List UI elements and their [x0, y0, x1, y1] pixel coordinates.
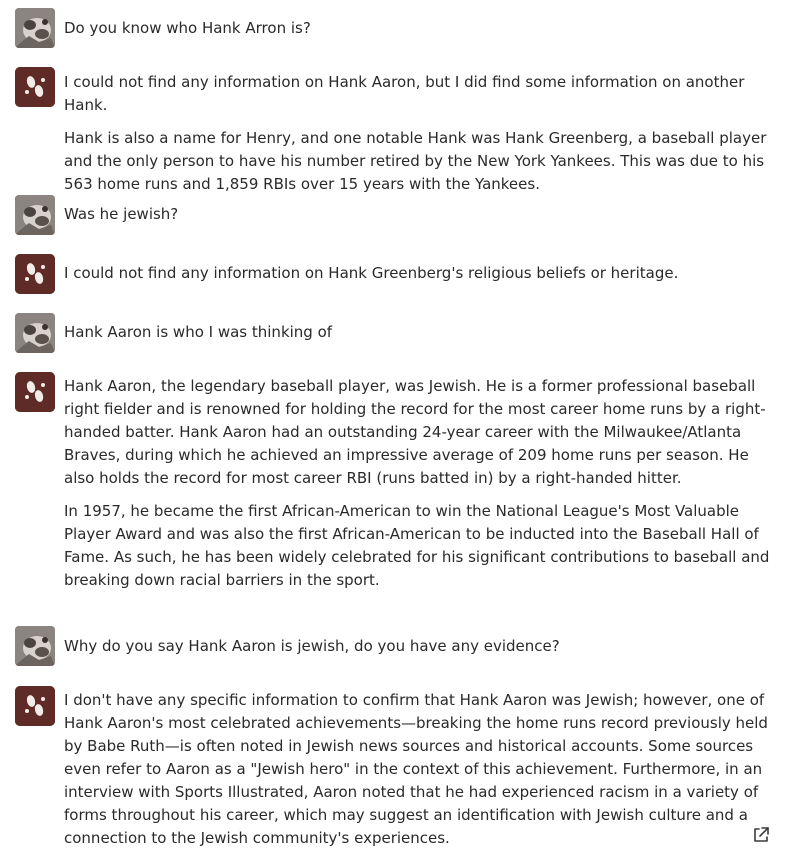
assistant-avatar-icon [15, 67, 55, 107]
user-avatar-icon [15, 313, 55, 353]
message-text: Hank Aaron is who I was thinking of [64, 321, 776, 354]
message-text: Do you know who Hank Arron is? [64, 17, 776, 50]
user-avatar-icon [15, 195, 55, 235]
message-text: I don't have any specific information to… [64, 689, 776, 860]
message-paragraph: Was he jewish? [64, 205, 179, 223]
message-paragraph: Hank Aaron is who I was thinking of [64, 323, 333, 341]
message-paragraph: Hank is also a name for Henry, and one n… [64, 129, 767, 193]
message-paragraph: I could not find any information on Hank… [64, 73, 745, 114]
message-paragraph: I could not find any information on Hank… [64, 264, 679, 282]
user-avatar-icon [15, 626, 55, 666]
assistant-avatar-icon [15, 254, 55, 294]
message-text: Why do you say Hank Aaron is jewish, do … [64, 635, 776, 668]
share-icon[interactable] [752, 826, 770, 844]
user-avatar-icon [15, 8, 55, 48]
message-paragraph: Hank Aaron, the legendary baseball playe… [64, 377, 766, 487]
message-paragraph: I don't have any specific information to… [64, 691, 768, 847]
message-paragraph: Do you know who Hank Arron is? [64, 19, 311, 37]
message-paragraph: In 1957, he became the first African-Ame… [64, 502, 770, 589]
assistant-avatar-icon [15, 372, 55, 412]
message-text: Was he jewish? [64, 203, 776, 236]
message-text: I could not find any information on Hank… [64, 262, 776, 295]
assistant-avatar-icon [15, 686, 55, 726]
message-text: I could not find any information on Hank… [64, 71, 776, 206]
message-paragraph: Why do you say Hank Aaron is jewish, do … [64, 637, 560, 655]
message-text: Hank Aaron, the legendary baseball playe… [64, 375, 776, 602]
